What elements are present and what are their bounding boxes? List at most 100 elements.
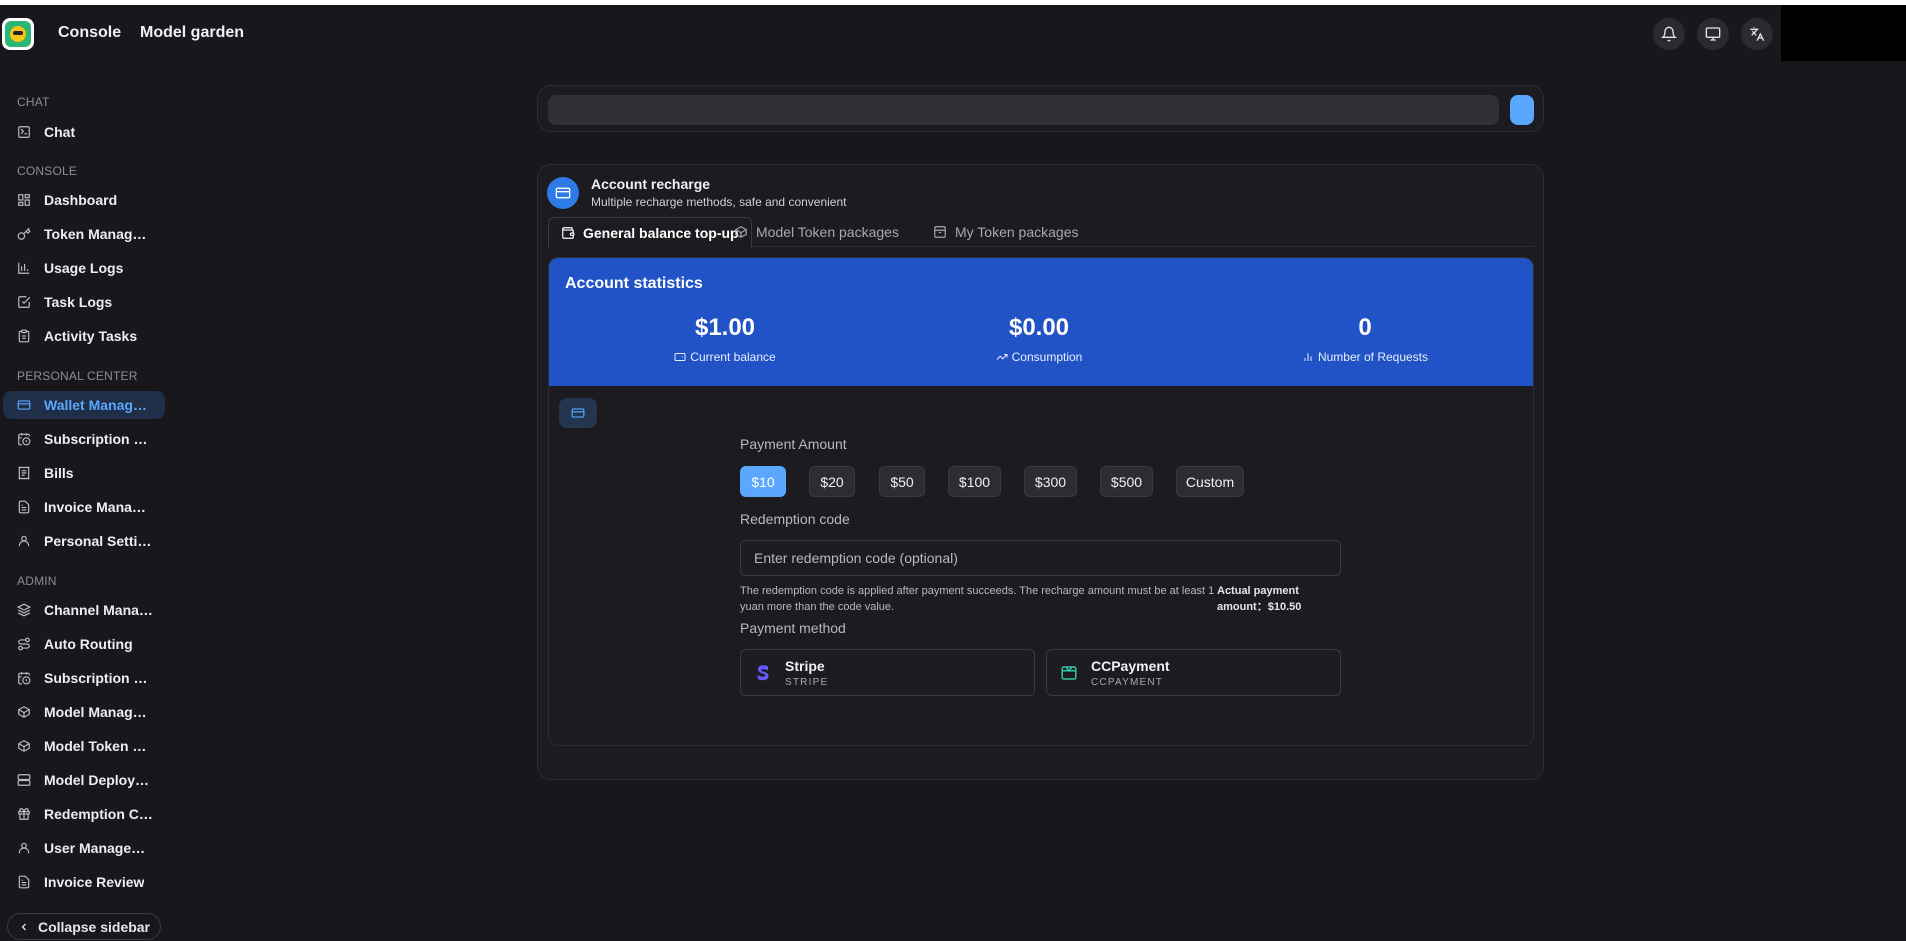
sidebar-item-label: Dashboard bbox=[44, 192, 118, 208]
amount-button-10[interactable]: $10 bbox=[740, 466, 786, 497]
app-logo[interactable] bbox=[2, 18, 34, 50]
payment-method-code: STRIPE bbox=[785, 677, 829, 688]
sidebar-item-task-logs[interactable]: Task Logs bbox=[3, 288, 165, 316]
sidebar-item-subscription-management[interactable]: Subscription Management bbox=[3, 664, 165, 692]
amount-button-custom[interactable]: Custom bbox=[1176, 466, 1244, 497]
translate-icon[interactable] bbox=[1741, 18, 1773, 50]
sidebar-item-channel-management[interactable]: Channel Management bbox=[3, 596, 165, 624]
sidebar-item-dashboard[interactable]: Dashboard bbox=[3, 186, 165, 214]
statistics-title: Account statistics bbox=[565, 275, 703, 292]
sidebar-item-label: Channel Management bbox=[44, 602, 154, 618]
monitor-icon[interactable] bbox=[1697, 18, 1729, 50]
payment-method-name: Stripe bbox=[785, 658, 825, 674]
section-chat: CHAT bbox=[17, 95, 50, 109]
sidebar-item-invoice-review[interactable]: Invoice Review bbox=[3, 868, 165, 896]
payment-method-label: Payment method bbox=[740, 620, 846, 636]
payment-method-ccpayment[interactable]: CCPayment CCPAYMENT bbox=[1046, 649, 1341, 696]
layers-icon bbox=[17, 603, 31, 617]
amount-button-20[interactable]: $20 bbox=[809, 466, 855, 497]
account-recharge-card: Account recharge Multiple recharge metho… bbox=[537, 164, 1544, 780]
amount-button-100[interactable]: $100 bbox=[948, 466, 1001, 497]
key-icon bbox=[17, 227, 31, 241]
sidebar-item-invoice-management[interactable]: Invoice Management bbox=[3, 493, 165, 521]
sidebar-item-label: Redemption Codes bbox=[44, 806, 154, 822]
nav-model-garden[interactable]: Model garden bbox=[140, 24, 244, 42]
section-personal-center: PERSONAL CENTER bbox=[17, 369, 138, 383]
route-icon bbox=[17, 637, 31, 651]
stripe-icon bbox=[753, 660, 773, 686]
sidebar-item-subscription-plans[interactable]: Subscription Plans bbox=[3, 425, 165, 453]
sidebar-item-user-management[interactable]: User Management bbox=[3, 834, 165, 862]
amount-button-300[interactable]: $300 bbox=[1024, 466, 1077, 497]
stat-value: $1.00 bbox=[694, 314, 756, 341]
recharge-title: Account recharge bbox=[591, 176, 711, 192]
sidebar-item-auto-routing[interactable]: Auto Routing bbox=[3, 630, 165, 658]
sidebar-item-personal-settings[interactable]: Personal Settings bbox=[3, 527, 165, 555]
sidebar-item-label: Usage Logs bbox=[44, 260, 124, 276]
sidebar-item-usage-logs[interactable]: Usage Logs bbox=[3, 254, 165, 282]
sidebar-item-bills[interactable]: Bills bbox=[3, 459, 165, 487]
sidebar-item-label: Model Management bbox=[44, 704, 154, 720]
sidebar-item-label: Subscription Management bbox=[44, 670, 154, 686]
package-icon bbox=[934, 226, 946, 238]
payment-method-code: CCPAYMENT bbox=[1091, 677, 1164, 688]
wallet-icon bbox=[1059, 660, 1079, 686]
stat-value: $0.00 bbox=[1008, 314, 1070, 341]
tab-label: General balance top-up bbox=[583, 224, 739, 241]
recharge-tabs: General balance top-up Model Token packa… bbox=[548, 217, 1534, 248]
sidebar-item-wallet-management[interactable]: Wallet Management bbox=[3, 391, 165, 419]
gift-icon bbox=[17, 807, 31, 821]
payment-amount-label: Payment Amount bbox=[740, 436, 847, 452]
stat-label: Current balance bbox=[575, 350, 875, 364]
nav-console[interactable]: Console bbox=[58, 24, 121, 42]
redemption-note: The redemption code is applied after pay… bbox=[740, 585, 1215, 613]
tab-model-token-packages[interactable]: Model Token packages bbox=[722, 217, 911, 247]
account-statistics: Account statistics $1.00 Current balance… bbox=[549, 258, 1533, 386]
sidebar-item-label: Invoice Review bbox=[44, 874, 145, 890]
file-text-icon bbox=[17, 875, 31, 889]
redemption-code-input[interactable] bbox=[740, 540, 1341, 576]
app-window: Console Model garden CHAT Chat CONSOLE D… bbox=[0, 5, 1906, 941]
recharge-subtitle: Multiple recharge methods, safe and conv… bbox=[591, 195, 847, 209]
sidebar-item-activity-tasks[interactable]: Activity Tasks bbox=[3, 322, 165, 350]
stat-current-balance: $1.00 Current balance bbox=[575, 314, 875, 364]
payment-method-stripe[interactable]: Stripe STRIPE bbox=[740, 649, 1035, 696]
sidebar-item-token-management[interactable]: Token Management bbox=[3, 220, 165, 248]
sidebar-item-chat[interactable]: Chat bbox=[3, 118, 165, 146]
section-admin: ADMIN bbox=[17, 574, 57, 588]
check-square-icon bbox=[17, 295, 31, 309]
sidebar-item-label: Activity Tasks bbox=[44, 328, 138, 344]
search-input[interactable] bbox=[548, 95, 1499, 125]
sidebar-item-model-deployment[interactable]: Model Deployment bbox=[3, 766, 165, 794]
amount-button-50[interactable]: $50 bbox=[879, 466, 925, 497]
amount-button-500[interactable]: $500 bbox=[1100, 466, 1153, 497]
credit-card-icon bbox=[547, 177, 579, 209]
sidebar-item-label: Subscription Plans bbox=[44, 431, 154, 447]
search-button[interactable] bbox=[1510, 95, 1534, 125]
bar-chart-icon bbox=[1304, 353, 1312, 361]
box-icon bbox=[17, 739, 31, 753]
dashboard-icon bbox=[17, 193, 31, 207]
sidebar: CHAT Chat CONSOLE Dashboard Token Manage… bbox=[0, 63, 168, 941]
sidebar-item-label: Model Token packages bbox=[44, 738, 154, 754]
redemption-code-label: Redemption code bbox=[740, 511, 850, 527]
sidebar-item-model-token-packages[interactable]: Model Token packages bbox=[3, 732, 165, 760]
tab-label: Model Token packages bbox=[756, 224, 899, 240]
chat-icon bbox=[17, 125, 31, 139]
stat-label-text: Number of Requests bbox=[1317, 350, 1429, 364]
actual-payment-amount: Actual payment amount：$10.50 bbox=[1217, 585, 1302, 613]
bell-icon[interactable] bbox=[1653, 18, 1685, 50]
stat-number-of-requests: 0 Number of Requests bbox=[1215, 314, 1515, 364]
credit-card-icon bbox=[559, 398, 597, 428]
receipt-icon bbox=[17, 466, 31, 480]
wallet-icon bbox=[17, 398, 31, 412]
sidebar-item-model-management[interactable]: Model Management bbox=[3, 698, 165, 726]
logo-mark bbox=[5, 21, 31, 47]
sidebar-item-redemption-codes[interactable]: Redemption Codes bbox=[3, 800, 165, 828]
sidebar-item-label: Task Logs bbox=[44, 294, 113, 310]
collapse-sidebar-button[interactable]: Collapse sidebar bbox=[7, 913, 161, 940]
clipboard-icon bbox=[17, 329, 31, 343]
tab-my-token-packages[interactable]: My Token packages bbox=[921, 217, 1090, 247]
payment-method-name: CCPayment bbox=[1091, 658, 1170, 674]
file-text-icon bbox=[17, 500, 31, 514]
